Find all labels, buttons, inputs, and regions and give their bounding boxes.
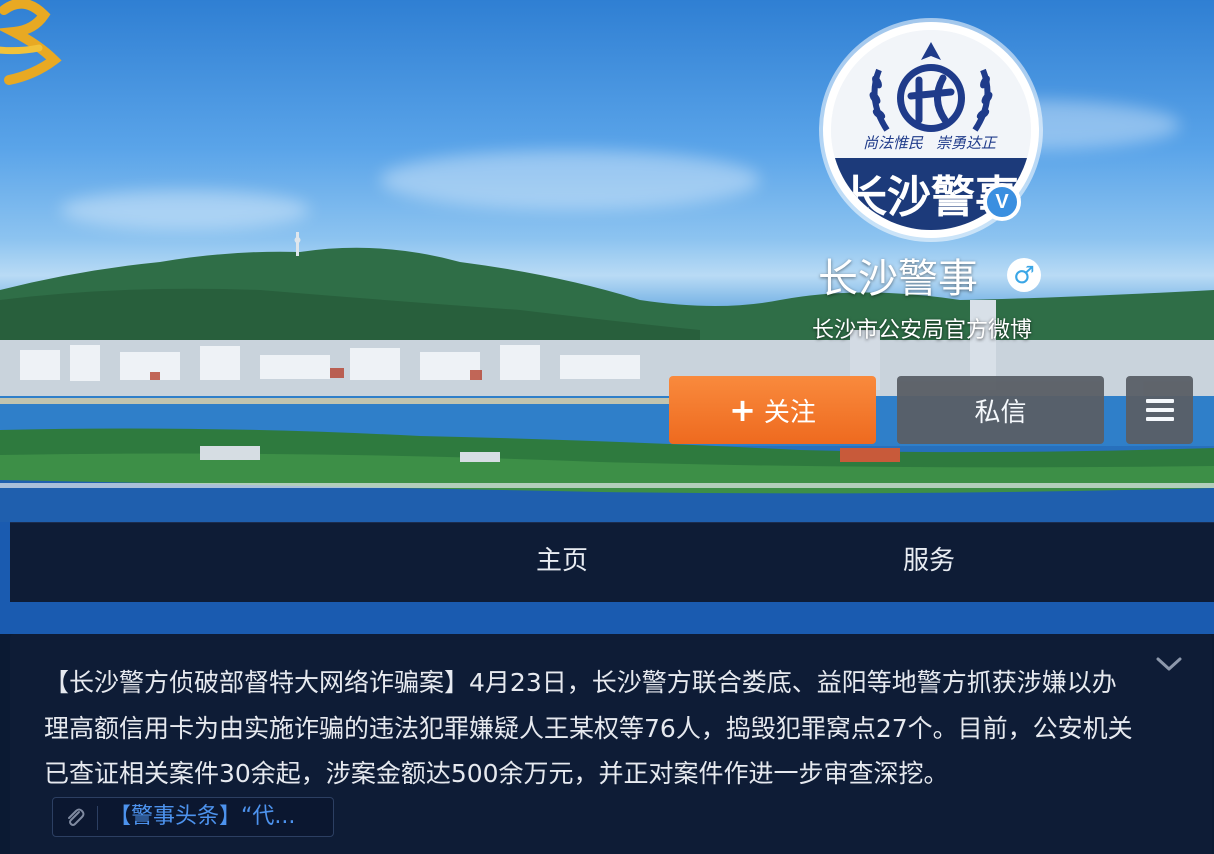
verified-badge-icon: V [983, 183, 1021, 221]
paperclip-icon [68, 808, 85, 826]
tab-service[interactable]: 服务 [903, 523, 955, 603]
chevron-down-icon[interactable] [1154, 654, 1184, 674]
calligraphy-emblem-icon [0, 0, 62, 85]
background-strip [0, 602, 1214, 634]
post-body-text: 【长沙警方侦破部督特大网络诈骗案】4月23日，长沙警方联合娄底、益阳等地警方抓获… [44, 668, 1133, 788]
tab-home[interactable]: 主页 [536, 523, 588, 603]
post-link-card[interactable]: 【警事头条】“代... [52, 796, 334, 837]
profile-tab-bar: 主页 服务 [10, 522, 1214, 603]
post-body: 【长沙警方侦破部督特大网络诈骗案】4月23日，长沙警方联合娄底、益阳等地警方抓获… [44, 660, 1139, 842]
link-divider [97, 805, 98, 830]
plus-icon: + [729, 391, 756, 429]
profile-name: 长沙警事 [818, 256, 978, 302]
weibo-post-card: 【长沙警方侦破部督特大网络诈骗案】4月23日，长沙警方联合娄底、益阳等地警方抓获… [10, 634, 1212, 854]
avatar-motto-left: 尚法惟民 [863, 134, 924, 152]
follow-button[interactable]: + 关注 [669, 376, 876, 444]
private-message-button[interactable]: 私信 [897, 376, 1104, 444]
more-menu-button[interactable] [1126, 376, 1193, 444]
hamburger-icon [1145, 399, 1174, 421]
background-strip [0, 522, 10, 602]
private-message-label: 私信 [974, 397, 1027, 428]
follow-button-label: 关注 [763, 397, 816, 428]
avatar-motto-right: 崇勇达正 [936, 134, 998, 152]
profile-description: 长沙市公安局官方微博 [812, 318, 1033, 343]
male-gender-icon: ♂ [1007, 258, 1041, 292]
post-link-text[interactable]: 【警事头条】“代... [109, 798, 295, 836]
